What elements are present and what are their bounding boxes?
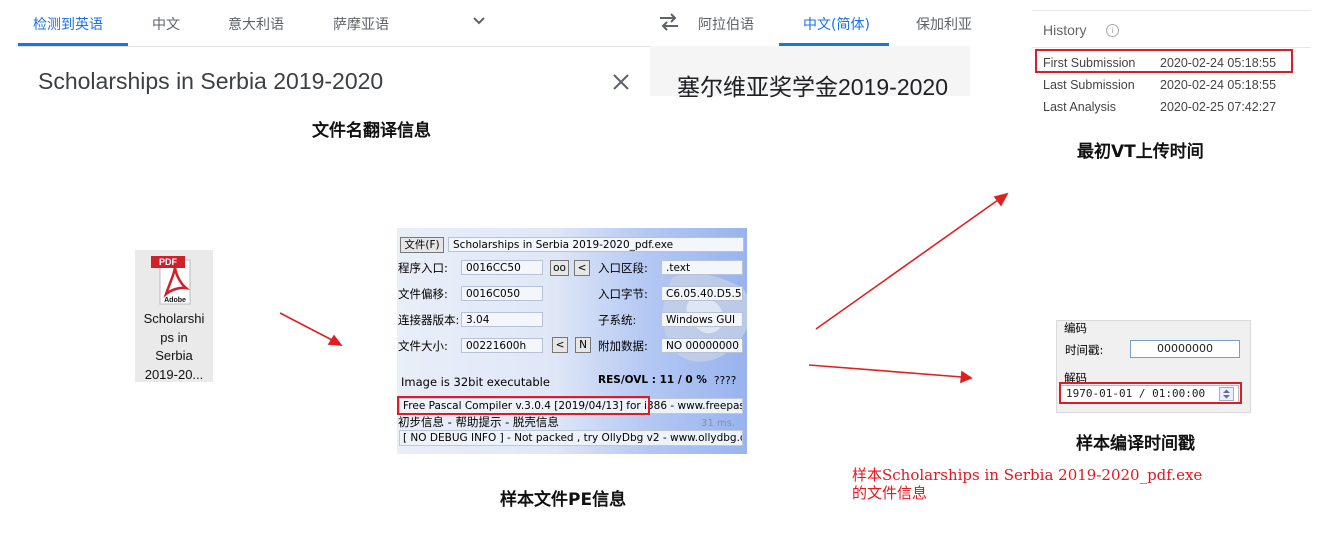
arrow-to-history [815,199,999,330]
arrow-head [960,370,973,384]
arrow-to-timestamp [808,364,963,378]
annotation-arrows [279,192,1009,384]
arrow-head [993,192,1009,207]
arrow-icon-to-pe [279,312,333,341]
arrow-head [327,334,343,346]
